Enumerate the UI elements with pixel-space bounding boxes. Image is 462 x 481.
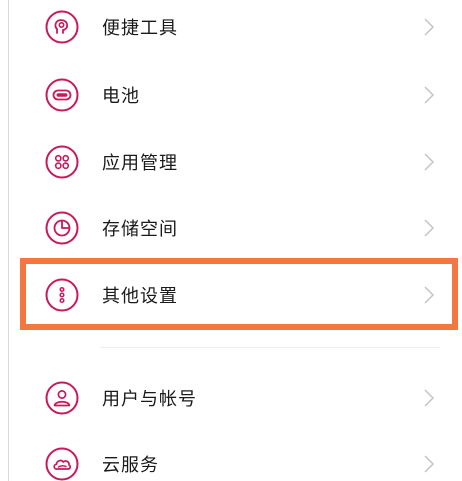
settings-item-label: 用户与帐号: [102, 389, 197, 410]
app-management-icon: [45, 145, 79, 179]
settings-item-shortcut-tools[interactable]: 便捷工具: [0, 0, 462, 57]
settings-item-label: 便捷工具: [102, 18, 178, 39]
storage-icon: [45, 211, 79, 245]
chevron-right-icon: [423, 218, 435, 238]
chevron-right-icon: [423, 454, 435, 474]
chevron-right-icon: [423, 85, 435, 105]
cloud-service-icon: [45, 447, 79, 481]
chevron-right-icon: [423, 285, 435, 305]
settings-item-user-account[interactable]: 用户与帐号: [0, 368, 462, 428]
settings-item-battery[interactable]: 电池: [0, 65, 462, 125]
settings-item-label: 其他设置: [102, 286, 178, 307]
settings-item-label: 云服务: [102, 455, 159, 476]
settings-screen: 便捷工具 电池 应用管理 存储空间 其他设置 用户与帐号 云服务: [0, 0, 462, 481]
battery-icon: [45, 78, 79, 112]
settings-item-label: 应用管理: [102, 153, 178, 174]
settings-item-storage[interactable]: 存储空间: [0, 198, 462, 258]
settings-item-label: 存储空间: [102, 219, 178, 240]
settings-item-other-settings[interactable]: 其他设置: [0, 265, 462, 325]
settings-item-app-management[interactable]: 应用管理: [0, 132, 462, 192]
chevron-right-icon: [423, 152, 435, 172]
user-account-icon: [45, 381, 79, 415]
chevron-right-icon: [423, 17, 435, 37]
settings-item-label: 电池: [102, 86, 140, 107]
shortcut-tools-icon: [45, 10, 79, 44]
section-divider: [100, 347, 440, 348]
settings-item-cloud-service[interactable]: 云服务: [0, 434, 462, 481]
other-settings-icon: [45, 278, 79, 312]
chevron-right-icon: [423, 388, 435, 408]
